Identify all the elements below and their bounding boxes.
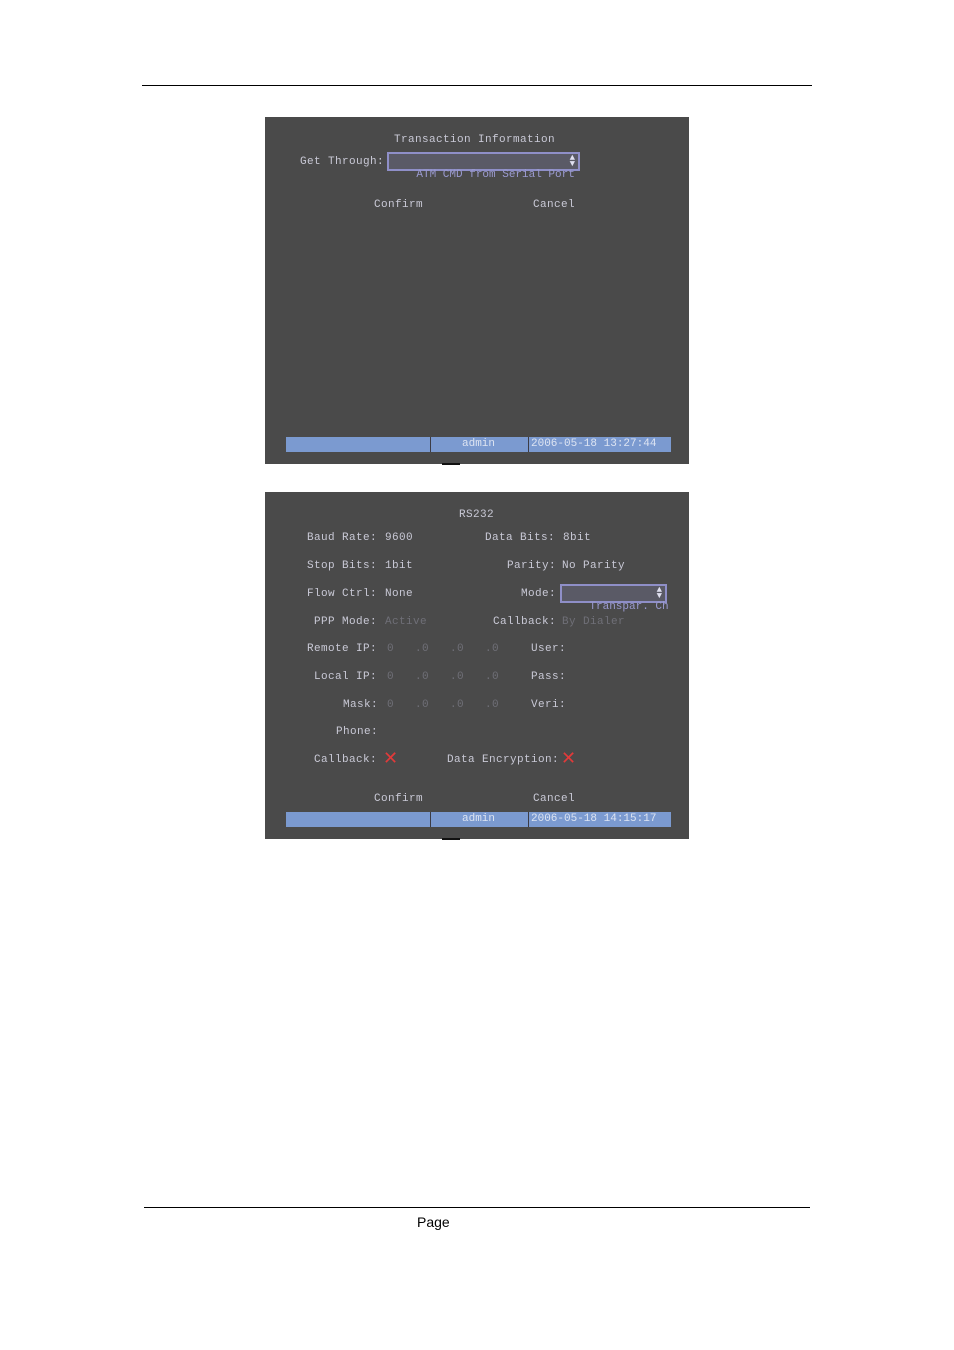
local-ip-value[interactable]: 0 .0 .0 .0 [387, 670, 499, 684]
up-down-arrows-icon: ▲ ▼ [569, 153, 575, 169]
data-encryption-label: Data Encryption: [447, 754, 560, 766]
callback-checkbox-label: Callback: [314, 754, 378, 766]
baud-rate-value[interactable]: 9600 [385, 531, 413, 545]
confirm-button[interactable]: Confirm [374, 198, 423, 212]
parity-label: Parity: [507, 560, 557, 572]
parity-value[interactable]: No Parity [562, 559, 625, 573]
status-divider [430, 812, 431, 827]
remote-ip-value[interactable]: 0 .0 .0 .0 [387, 642, 499, 656]
page-footer-label: Page [417, 1214, 450, 1230]
up-down-arrows-icon: ▲ ▼ [656, 585, 662, 601]
ppp-mode-label: PPP Mode: [314, 616, 378, 628]
veri-label: Veri: [531, 699, 567, 711]
status-user: admin [462, 813, 496, 825]
transaction-information-screen: Transaction Information Get Through: ATM… [265, 117, 689, 464]
get-through-select[interactable]: ATM CMD from Serial Port ▲ ▼ [387, 152, 580, 181]
status-datetime: 2006-05-18 13:27:44 [531, 438, 657, 450]
flow-ctrl-label: Flow Ctrl: [307, 588, 378, 600]
ppp-mode-value[interactable]: Active [385, 615, 427, 629]
header-rule [142, 85, 812, 86]
red-x-icon[interactable]: ✕ [383, 750, 398, 768]
status-datetime: 2006-05-18 14:15:17 [531, 813, 657, 825]
mode-label: Mode: [521, 588, 557, 600]
mode-value: Transpar. Ch [589, 601, 669, 613]
screen-marker [442, 463, 460, 465]
phone-label: Phone: [336, 726, 379, 738]
mask-value[interactable]: 0 .0 .0 .0 [387, 698, 499, 712]
confirm-button[interactable]: Confirm [374, 792, 423, 806]
mode-select[interactable]: Transpar. Ch ▲ ▼ [560, 584, 669, 613]
get-through-value: ATM CMD from Serial Port [416, 169, 575, 181]
callback-mode-label: Callback: [493, 616, 557, 628]
pass-label: Pass: [531, 671, 567, 683]
flow-ctrl-value[interactable]: None [385, 587, 413, 601]
callback-mode-value[interactable]: By Dialer [562, 615, 625, 629]
mask-label: Mask: [343, 699, 379, 711]
stop-bits-value[interactable]: 1bit [385, 559, 413, 573]
baud-rate-label: Baud Rate: [307, 532, 378, 544]
status-bar: admin 2006-05-18 14:15:17 [286, 812, 671, 827]
status-divider [528, 812, 529, 827]
cancel-button[interactable]: Cancel [533, 792, 575, 806]
footer-rule [144, 1207, 810, 1208]
remote-ip-label: Remote IP: [307, 643, 378, 655]
data-bits-label: Data Bits: [485, 532, 556, 544]
user-label: User: [531, 643, 567, 655]
cancel-button[interactable]: Cancel [533, 198, 575, 212]
screen-title: Transaction Information [394, 134, 556, 146]
stop-bits-label: Stop Bits: [307, 560, 378, 572]
rs232-screen: RS232 Baud Rate: 9600 Data Bits: 8bit St… [265, 492, 689, 839]
status-divider [430, 437, 431, 452]
data-bits-value[interactable]: 8bit [563, 531, 591, 545]
screen-title: RS232 [459, 509, 495, 521]
screen-marker [442, 838, 460, 840]
red-x-icon[interactable]: ✕ [561, 750, 576, 768]
status-divider [528, 437, 529, 452]
status-user: admin [462, 438, 496, 450]
get-through-label: Get Through: [300, 156, 385, 168]
local-ip-label: Local IP: [314, 671, 378, 683]
status-bar: admin 2006-05-18 13:27:44 [286, 437, 671, 452]
